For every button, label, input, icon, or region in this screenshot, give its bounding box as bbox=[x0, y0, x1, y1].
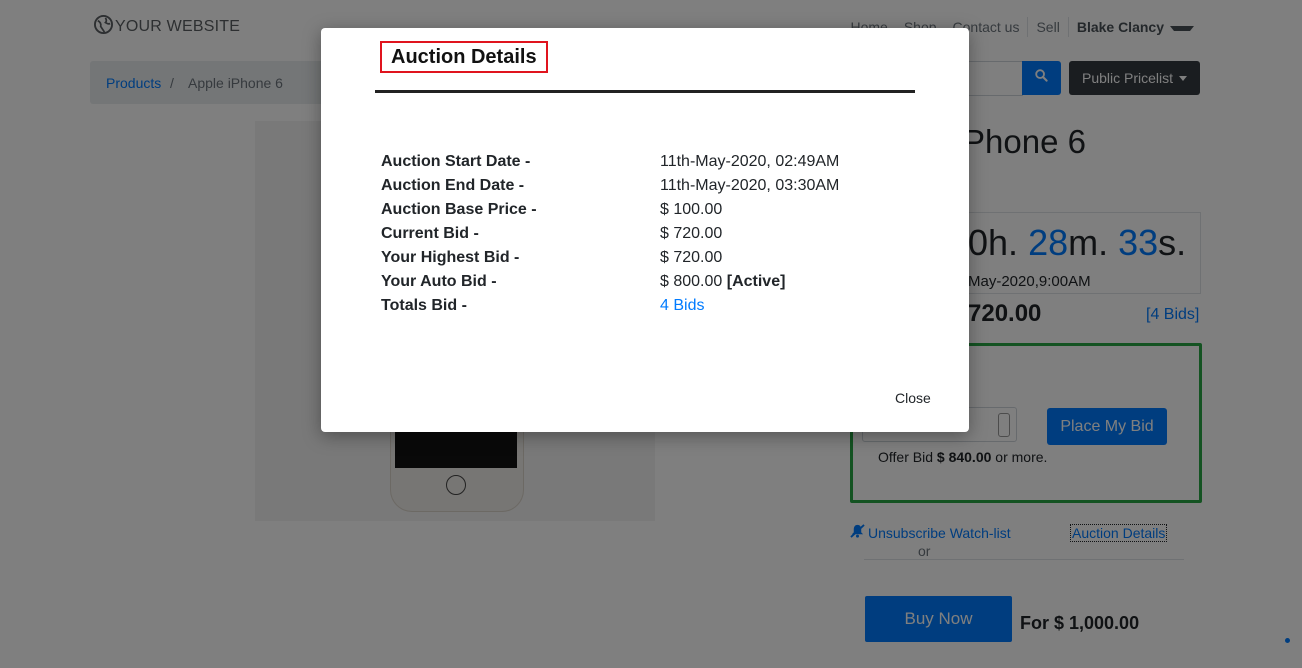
total-bids-link[interactable]: 4 Bids bbox=[660, 297, 704, 315]
detail-label: Auction End Date - bbox=[381, 177, 525, 194]
detail-label: Current Bid - bbox=[381, 225, 479, 242]
detail-value: 11th-May-2020, 03:30AM bbox=[660, 177, 840, 194]
auto-bid-status: [Active] bbox=[726, 273, 786, 290]
detail-label: Auction Base Price - bbox=[381, 201, 537, 218]
detail-label: Your Highest Bid - bbox=[381, 249, 520, 266]
modal-divider bbox=[375, 90, 915, 93]
detail-value: $ 720.00 bbox=[660, 249, 723, 266]
detail-value: 11th-May-2020, 02:49AM bbox=[660, 153, 840, 170]
close-button[interactable]: Close bbox=[895, 390, 931, 406]
detail-value: $ 100.00 bbox=[660, 201, 723, 218]
detail-label: Totals Bid - bbox=[381, 297, 467, 314]
auction-details-modal: Auction Details Auction Start Date - 11t… bbox=[321, 28, 969, 432]
detail-label: Auction Start Date - bbox=[381, 153, 531, 170]
detail-value: $ 720.00 bbox=[660, 225, 723, 242]
detail-value-group: $ 800.00 [Active] bbox=[660, 273, 785, 291]
detail-value: $ 800.00 bbox=[660, 273, 723, 290]
modal-title: Auction Details bbox=[391, 45, 537, 68]
modal-title-highlight: Auction Details bbox=[380, 41, 548, 73]
detail-label: Your Auto Bid - bbox=[381, 273, 497, 290]
